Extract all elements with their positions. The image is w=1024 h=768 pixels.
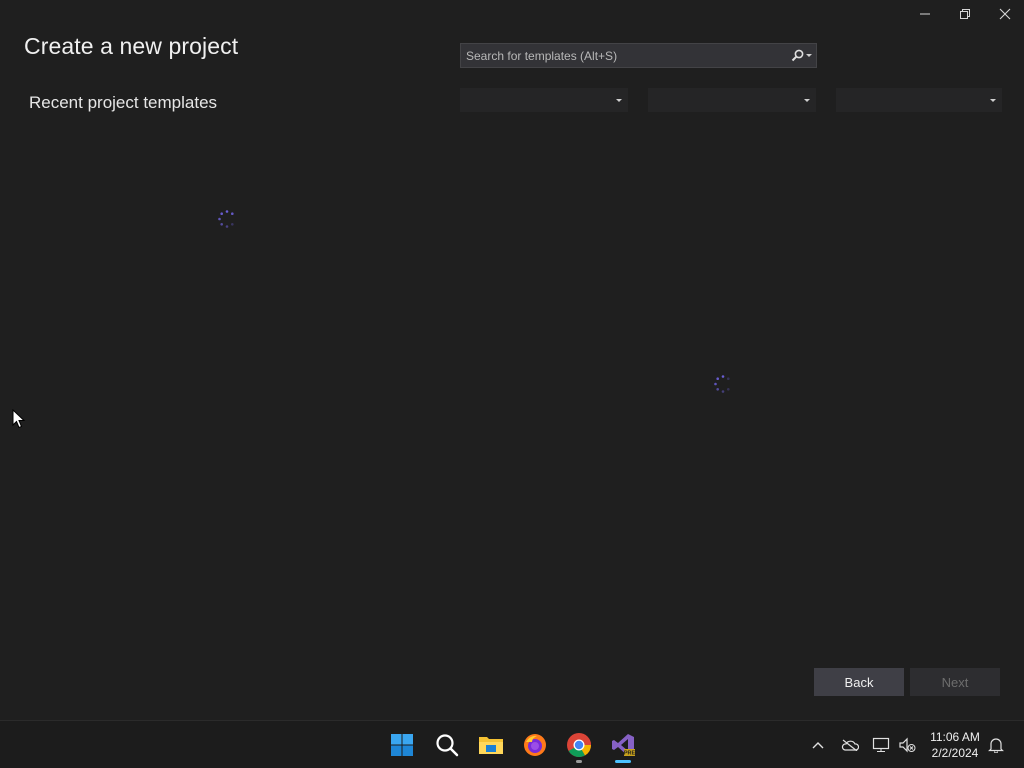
notification-bell-icon [988, 738, 1004, 753]
chrome-icon [567, 733, 591, 758]
close-button[interactable] [985, 0, 1024, 28]
start-icon [391, 734, 413, 756]
restore-icon [960, 9, 970, 19]
firefox-button[interactable] [519, 729, 551, 761]
minimize-button[interactable] [905, 0, 945, 28]
back-button[interactable]: Back [814, 668, 904, 696]
start-button[interactable] [386, 729, 418, 761]
templates-loading-spinner-icon [714, 375, 730, 393]
taskbar: PRE 11:06 AM 2/2/2024 [0, 720, 1024, 768]
search-icon [791, 49, 803, 62]
onedrive-tray-button[interactable] [839, 733, 861, 757]
chevron-down-icon [616, 98, 622, 102]
chevron-up-icon [812, 742, 824, 749]
page-title: Create a new project [24, 33, 239, 59]
onedrive-icon [841, 739, 859, 751]
search-input[interactable] [461, 44, 786, 67]
visual-studio-icon: PRE [612, 734, 636, 757]
visual-studio-button[interactable]: PRE [607, 729, 639, 763]
platform-filter[interactable] [648, 88, 816, 112]
next-button[interactable]: Next [910, 668, 1000, 696]
recent-templates-heading: Recent project templates [29, 93, 218, 112]
show-hidden-icons-button[interactable] [807, 733, 829, 757]
chrome-button[interactable] [563, 729, 595, 763]
dropdown-caret-icon [805, 54, 812, 57]
search-options-button[interactable] [786, 44, 816, 67]
restore-button[interactable] [945, 0, 985, 28]
volume-muted-icon [899, 737, 916, 753]
recent-loading-spinner-icon [218, 210, 234, 228]
clock-date: 2/2/2024 [931, 746, 979, 760]
search-icon [436, 734, 459, 757]
notifications-button[interactable] [985, 733, 1007, 757]
create-project-window: Create a new project Recent project temp… [0, 0, 1024, 720]
file-explorer-button[interactable] [475, 729, 507, 761]
chevron-down-icon [990, 98, 996, 102]
chevron-down-icon [804, 98, 810, 102]
firefox-icon [524, 734, 546, 756]
running-indicator [576, 760, 582, 763]
svg-text:PRE: PRE [624, 751, 636, 757]
clock-time: 11:06 AM [930, 730, 980, 744]
close-icon [999, 8, 1011, 20]
network-icon [872, 737, 890, 752]
taskbar-search-button[interactable] [431, 729, 463, 761]
file-explorer-icon [479, 737, 503, 754]
minimize-icon [920, 13, 930, 15]
volume-tray-button[interactable] [896, 733, 918, 757]
network-tray-button[interactable] [870, 733, 892, 757]
language-filter[interactable] [460, 88, 628, 112]
clock[interactable]: 11:06 AM 2/2/2024 [922, 729, 988, 761]
active-indicator [615, 760, 631, 763]
mouse-cursor-icon [12, 409, 26, 429]
template-search-box[interactable] [460, 43, 817, 68]
project-type-filter[interactable] [836, 88, 1002, 112]
